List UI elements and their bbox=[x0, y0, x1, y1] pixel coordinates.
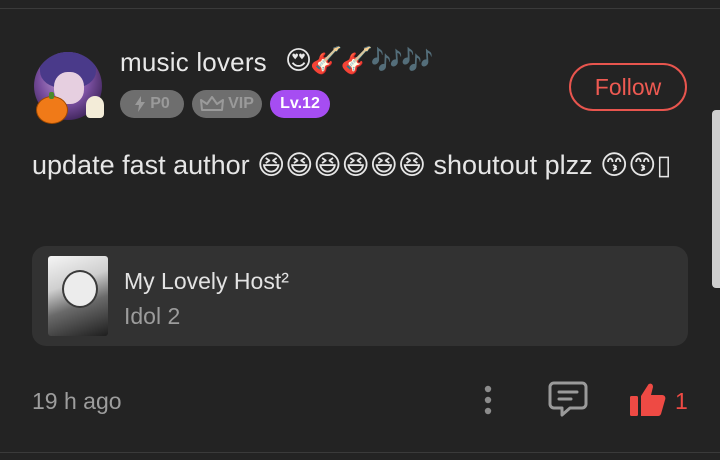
thumbs-up-icon bbox=[630, 383, 666, 416]
like-count: 1 bbox=[675, 388, 688, 414]
badge-vip-label: VIP bbox=[228, 95, 254, 112]
timestamp: 19 h ago bbox=[32, 388, 122, 414]
follow-button[interactable]: Follow bbox=[569, 63, 687, 111]
more-vertical-icon bbox=[484, 385, 492, 415]
badge-level-label: Lv.12 bbox=[280, 95, 320, 112]
book-title: My Lovely Host² bbox=[124, 268, 289, 294]
book-chapter: Idol 2 bbox=[124, 303, 181, 329]
comment-text: update fast author 😆😆😆😆😆😆 shoutout plzz … bbox=[32, 150, 672, 180]
lightning-icon bbox=[135, 96, 146, 112]
reply-button[interactable] bbox=[548, 380, 588, 418]
ghost-frame-icon bbox=[86, 96, 104, 118]
pumpkin-frame-icon bbox=[36, 92, 68, 124]
username-emoji: 😍🎸🎸🎶🎶 bbox=[285, 45, 434, 75]
crown-icon bbox=[200, 96, 225, 111]
badge-p0-label: P0 bbox=[150, 95, 170, 112]
scrollbar[interactable] bbox=[712, 110, 720, 288]
badge-p0: P0 bbox=[120, 90, 184, 118]
book-cover-image bbox=[48, 256, 108, 336]
bottom-divider bbox=[0, 452, 720, 453]
more-options-button[interactable] bbox=[476, 384, 500, 418]
top-divider bbox=[0, 8, 720, 9]
user-avatar[interactable] bbox=[30, 50, 106, 126]
badge-level: Lv.12 bbox=[270, 90, 330, 118]
like-button[interactable] bbox=[628, 380, 668, 420]
comment-icon bbox=[548, 381, 588, 417]
username[interactable]: music lovers bbox=[120, 47, 267, 78]
book-card[interactable]: My Lovely Host² Idol 2 bbox=[32, 246, 688, 346]
badge-vip: VIP bbox=[192, 90, 262, 118]
